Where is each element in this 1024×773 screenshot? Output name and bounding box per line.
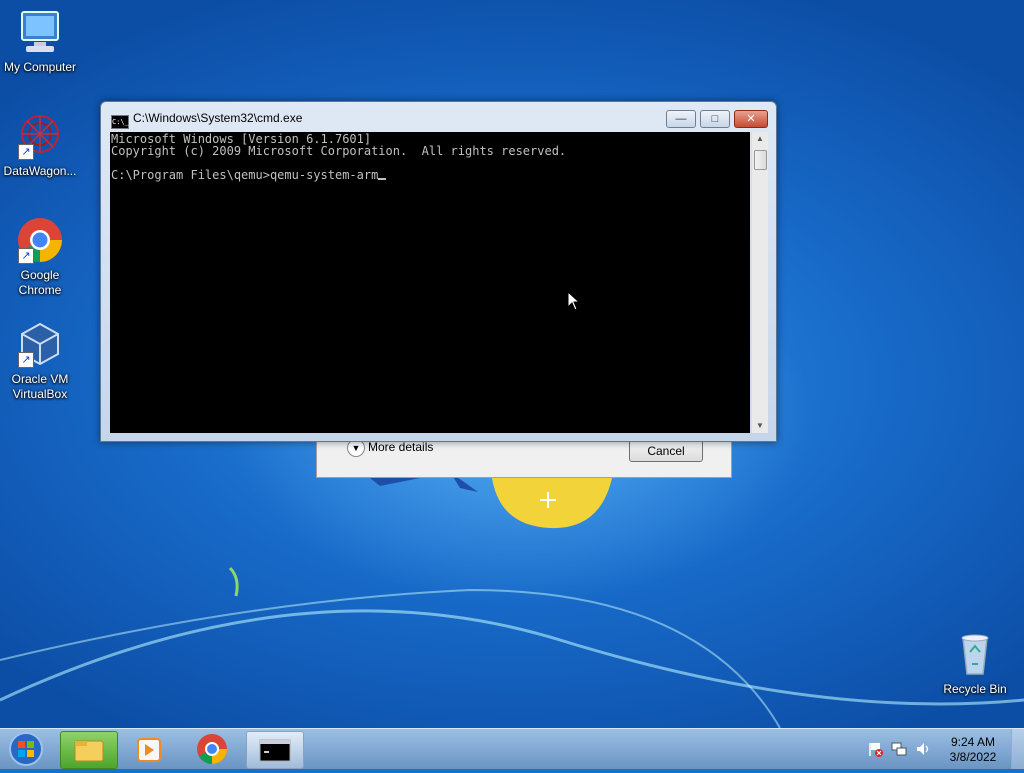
shortcut-arrow-icon: ↗ — [18, 248, 34, 264]
folder-icon — [74, 740, 104, 762]
shortcut-arrow-icon: ↗ — [18, 144, 34, 160]
taskbar-explorer-button[interactable] — [60, 731, 118, 769]
vertical-scrollbar[interactable]: ▲ ▼ — [751, 132, 768, 433]
icon-label: My Computer — [3, 60, 77, 74]
console-prompt-line: C:\Program Files\qemu>qemu-system-arm — [110, 169, 750, 181]
minimize-button[interactable]: — — [666, 110, 696, 128]
recycle-bin-icon — [951, 630, 999, 678]
icon-label: Oracle VM VirtualBox — [11, 372, 69, 401]
google-chrome-desktop-icon[interactable]: ↗ Google Chrome — [0, 216, 80, 298]
window-titlebar[interactable]: C:\_ C:\Windows\System32\cmd.exe — [111, 111, 302, 129]
desktop: My Computer ↗ DataWagon... ↗ Google Chro… — [0, 0, 1024, 728]
scroll-thumb[interactable] — [754, 150, 767, 170]
my-computer-desktop-icon[interactable]: My Computer — [0, 8, 80, 75]
icon-label: DataWagon... — [3, 164, 77, 178]
clock-time: 9:24 AM — [950, 735, 996, 749]
window-controls: — □ ✕ — [662, 110, 768, 128]
media-player-icon — [137, 738, 161, 762]
console-output[interactable]: Microsoft Windows [Version 6.1.7601] Cop… — [110, 132, 750, 433]
taskbar-cmd-button[interactable] — [246, 731, 304, 769]
scroll-up-icon[interactable]: ▲ — [752, 132, 768, 146]
text-cursor — [378, 178, 387, 180]
datawagon-desktop-icon[interactable]: ↗ DataWagon... — [0, 112, 80, 179]
taskbar-media-player-button[interactable] — [120, 731, 176, 767]
more-details-label: More details — [368, 440, 434, 455]
datawagon-icon: ↗ — [16, 112, 64, 160]
show-desktop-button[interactable] — [1011, 729, 1024, 769]
chrome-icon — [197, 734, 227, 764]
mouse-pointer-icon — [567, 291, 581, 311]
taskbar: 9:24 AM 3/8/2022 — [0, 728, 1024, 769]
virtualbox-icon: ↗ — [16, 320, 64, 368]
cmd-icon — [259, 739, 291, 762]
chrome-icon: ↗ — [16, 216, 64, 264]
console-prompt: C:\Program Files\qemu>qemu-system-arm — [111, 168, 379, 182]
computer-icon — [16, 8, 64, 56]
console-line: Copyright (c) 2009 Microsoft Corporation… — [111, 144, 567, 158]
clock-date: 3/8/2022 — [949, 750, 997, 764]
scroll-down-icon[interactable]: ▼ — [752, 419, 768, 433]
cmd-window[interactable]: C:\_ C:\Windows\System32\cmd.exe — □ ✕ Mi… — [100, 101, 777, 442]
start-button[interactable] — [4, 731, 48, 767]
virtualbox-desktop-icon[interactable]: ↗ Oracle VM VirtualBox — [0, 320, 80, 402]
network-icon[interactable] — [891, 741, 907, 760]
system-clock[interactable]: 9:24 AM 3/8/2022 — [940, 735, 1006, 765]
close-button[interactable]: ✕ — [734, 110, 768, 128]
window-title: C:\Windows\System32\cmd.exe — [133, 111, 303, 125]
shortcut-arrow-icon: ↗ — [18, 352, 34, 368]
recycle-bin-desktop-icon[interactable]: Recycle Bin — [935, 630, 1015, 697]
action-center-flag-icon[interactable] — [867, 741, 883, 760]
cancel-button[interactable]: Cancel — [629, 440, 703, 462]
maximize-button[interactable]: □ — [700, 110, 730, 128]
volume-icon[interactable] — [915, 741, 931, 760]
icon-label: Google Chrome — [18, 268, 62, 297]
icon-label: Recycle Bin — [943, 682, 1007, 696]
taskbar-chrome-button[interactable] — [184, 731, 240, 767]
cmd-icon: C:\_ — [111, 115, 129, 129]
